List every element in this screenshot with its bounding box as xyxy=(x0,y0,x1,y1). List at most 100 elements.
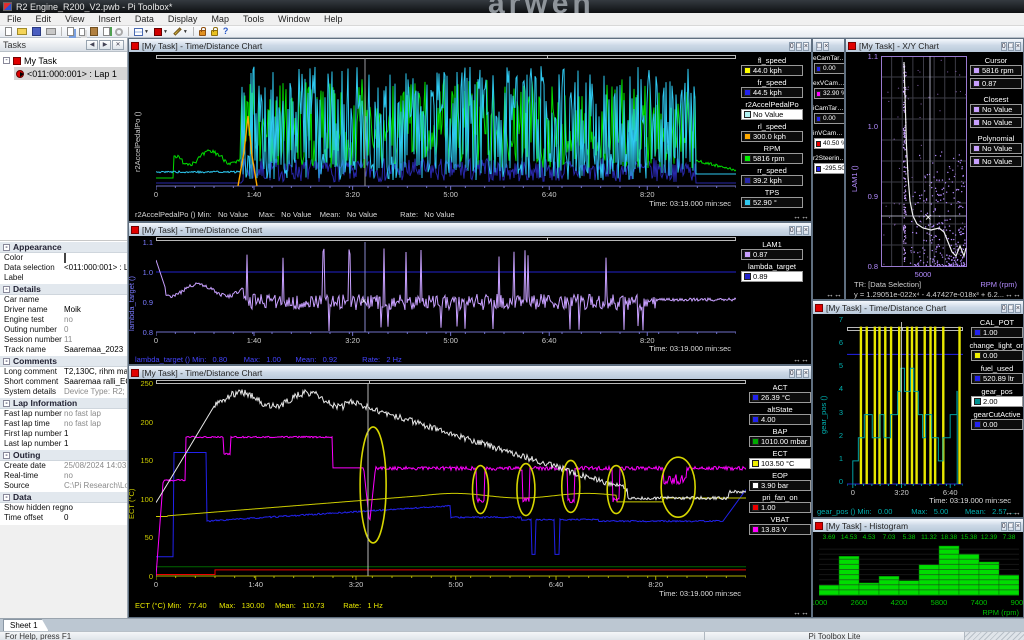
menu-file[interactable]: File xyxy=(0,13,29,26)
collapse-icon[interactable]: - xyxy=(3,400,10,407)
help-button[interactable]: ? xyxy=(221,26,231,37)
titlebar[interactable]: R2 Engine_R200_V2.pwb - Pi Toolbox* arwe… xyxy=(0,0,1024,13)
property-value[interactable]: Device Type: R2; Ser... xyxy=(64,387,127,397)
pen-button[interactable]: ▼ xyxy=(171,26,190,37)
task-tree-root[interactable]: - My Task xyxy=(0,54,127,67)
channel-value-box[interactable]: 0.00 xyxy=(971,350,1023,361)
channel-value-box[interactable]: 0.00 xyxy=(814,113,844,124)
property-value[interactable]: 0 xyxy=(64,513,127,523)
open-button[interactable] xyxy=(15,26,29,37)
collapse-icon[interactable]: - xyxy=(3,452,10,459)
export-button[interactable] xyxy=(101,26,112,37)
close-button[interactable]: × xyxy=(823,42,829,51)
menu-view[interactable]: View xyxy=(58,13,91,26)
new-button[interactable] xyxy=(3,26,14,37)
property-value[interactable]: C:\Pi Research\Log... xyxy=(64,481,127,491)
color-swatch[interactable] xyxy=(64,253,66,263)
window-titlebar[interactable]: [My Task] - X/Y Chart 0□× xyxy=(846,39,1023,52)
channel-value-box[interactable]: 103.50 °C xyxy=(749,458,811,469)
window-titlebar[interactable]: [My Task] - Time/Distance Chart 0□× xyxy=(129,366,811,379)
property-value[interactable]: 0 xyxy=(64,325,127,335)
property-value[interactable]: <011:000:001> : Lap 1 xyxy=(64,263,127,273)
channel-value-box[interactable]: 0.89 xyxy=(741,271,803,282)
maximize-button[interactable]: □ xyxy=(1008,304,1014,313)
channel-value-box[interactable]: 26.39 °C xyxy=(749,392,811,403)
maximize-button[interactable]: □ xyxy=(1008,42,1014,51)
save-button[interactable] xyxy=(30,26,43,37)
import-button[interactable] xyxy=(65,26,76,37)
menu-tools[interactable]: Tools xyxy=(236,13,271,26)
xy-chart-plot[interactable]: × xyxy=(881,56,968,268)
menu-display[interactable]: Display xyxy=(161,13,205,26)
channel-value-box[interactable]: 520.89 ltr xyxy=(971,373,1023,384)
channel-value-box[interactable]: 1.00 xyxy=(971,327,1023,338)
property-section-header[interactable]: -Data xyxy=(0,491,127,503)
channel-value-box[interactable]: 44.0 kph xyxy=(741,65,803,76)
resize-grip[interactable] xyxy=(964,632,1024,640)
scroll-left-button[interactable]: ◀ xyxy=(86,40,98,50)
lock-a-button[interactable] xyxy=(197,26,208,37)
menu-insert[interactable]: Insert xyxy=(91,13,128,26)
channel-value-box[interactable]: 39.2 kph xyxy=(741,175,803,186)
pin-button[interactable]: 0 xyxy=(789,42,795,51)
legend-value-box[interactable]: No Value xyxy=(970,104,1022,115)
channel-value-box[interactable]: 300.0 kph xyxy=(741,131,803,142)
property-value[interactable]: 1 xyxy=(64,429,127,439)
pin-button[interactable]: 0 xyxy=(1001,304,1007,313)
channel-value-box[interactable]: -295.50 ° xyxy=(814,163,844,174)
swatch-button[interactable]: ▼ xyxy=(152,26,170,37)
range-slider[interactable] xyxy=(156,237,736,241)
sheet-tab[interactable]: Sheet 1 xyxy=(3,619,49,631)
close-button[interactable]: × xyxy=(1015,304,1021,313)
collapse-icon[interactable]: - xyxy=(3,494,10,501)
pin-button[interactable]: 0 xyxy=(1001,42,1007,51)
property-section-header[interactable]: -Comments xyxy=(0,355,127,367)
property-value[interactable]: Saaremaa ralli_ECU ... xyxy=(64,377,127,387)
channel-value-box[interactable]: 2.00 xyxy=(971,396,1023,407)
property-value[interactable]: 25/08/2024 14:03:50 xyxy=(64,461,127,471)
layout-button[interactable]: ▼ xyxy=(132,26,151,37)
pin-button[interactable]: 0 xyxy=(789,226,795,235)
legend-value-box[interactable]: No Value xyxy=(970,156,1022,167)
pan-arrows-icon[interactable]: ↔↔ xyxy=(793,212,809,221)
property-value[interactable]: 11 xyxy=(64,335,127,345)
channel-value-box[interactable]: 44.5 kph xyxy=(741,87,803,98)
pan-arrows-icon[interactable]: ↔↔ xyxy=(1005,508,1021,517)
pin-button[interactable]: 0 xyxy=(1001,522,1007,531)
channel-value-box[interactable]: 1.00 xyxy=(749,502,811,513)
property-value[interactable]: Moik xyxy=(64,305,127,315)
property-value[interactable]: 1 xyxy=(64,439,127,449)
channel-value-box[interactable]: 0.00 xyxy=(814,63,844,74)
collapse-icon[interactable]: - xyxy=(3,286,10,293)
pin-button[interactable]: 0 xyxy=(789,369,795,378)
maximize-button[interactable]: □ xyxy=(816,42,822,51)
window-titlebar[interactable]: □× xyxy=(813,39,844,52)
maximize-button[interactable]: □ xyxy=(796,42,802,51)
maximize-button[interactable]: □ xyxy=(796,369,802,378)
legend-value-box[interactable]: 0.87 xyxy=(970,78,1022,89)
collapse-icon[interactable]: - xyxy=(3,358,10,365)
property-value[interactable]: T2,130C, rihm maas! xyxy=(64,367,127,377)
channel-value-box[interactable]: 4.00 xyxy=(749,414,811,425)
pan-arrows-icon[interactable]: ↔↔ xyxy=(793,608,809,617)
copy-button[interactable] xyxy=(77,26,87,37)
close-panel-button[interactable]: ✕ xyxy=(112,40,124,50)
histogram-plot[interactable] xyxy=(819,544,1019,597)
channel-value-box[interactable]: 13.83 V xyxy=(749,524,811,535)
window-titlebar[interactable]: [My Task] - Histogram 0□× xyxy=(813,519,1023,532)
property-value[interactable]: no xyxy=(64,471,127,481)
close-button[interactable]: × xyxy=(803,369,809,378)
property-section-header[interactable]: -Outing xyxy=(0,449,127,461)
menu-map[interactable]: Map xyxy=(204,13,236,26)
channel-value-box[interactable]: 1010.00 mbar xyxy=(749,436,811,447)
ect-chart-plot[interactable] xyxy=(156,383,746,582)
maximize-button[interactable]: □ xyxy=(796,226,802,235)
collapse-icon[interactable]: - xyxy=(3,244,10,251)
window-titlebar[interactable]: [My Task] - Time/Distance Chart 0□× xyxy=(129,39,811,52)
pan-arrows-icon[interactable]: ↔↔ xyxy=(826,290,842,299)
menu-data[interactable]: Data xyxy=(128,13,161,26)
scroll-right-button[interactable]: ▶ xyxy=(99,40,111,50)
property-value[interactable] xyxy=(64,295,127,305)
channel-value-box[interactable]: 3.90 bar xyxy=(749,480,811,491)
property-value[interactable]: no xyxy=(64,315,127,325)
